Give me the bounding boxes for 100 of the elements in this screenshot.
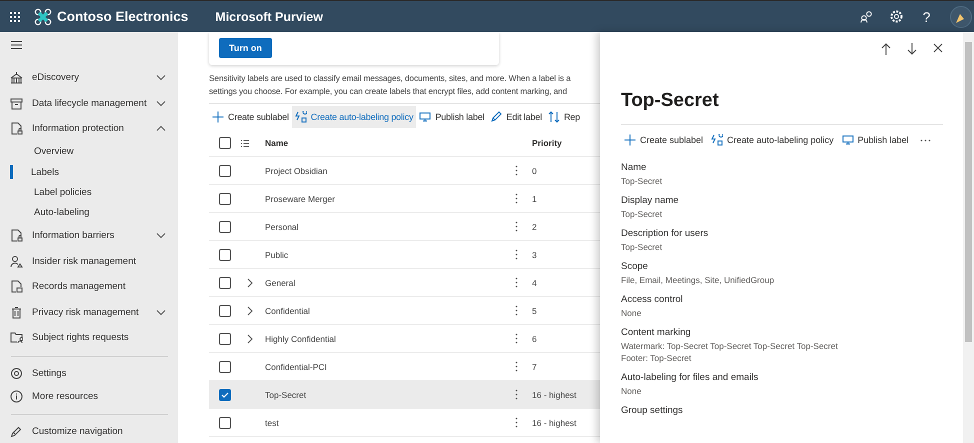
nav-item[interactable]: Subject rights requests — [10, 325, 168, 350]
list-icon[interactable] — [241, 140, 249, 146]
nav-item[interactable]: Privacy risk management — [10, 300, 168, 325]
table-cell-text: 3 — [532, 250, 538, 260]
archive-box-icon — [10, 96, 23, 110]
app-title: Microsoft Purview — [215, 10, 323, 24]
more-vertical-icon[interactable] — [515, 361, 518, 372]
toolbar-button[interactable]: Create sublabel — [209, 106, 292, 128]
pencil-icon — [10, 424, 23, 438]
toolbar-button[interactable]: Rep — [544, 106, 583, 128]
toolbar-button[interactable]: Edit label — [487, 106, 545, 128]
checkbox[interactable] — [219, 332, 231, 344]
menu-icon[interactable] — [11, 41, 22, 49]
nav-subitem[interactable]: Auto-labeling — [10, 202, 168, 223]
nav-item[interactable]: eDiscovery — [10, 65, 168, 90]
table-cell-text: Top-Secret — [265, 390, 308, 400]
toolbar-button[interactable]: Publish label — [416, 106, 488, 128]
checkbox[interactable] — [219, 248, 231, 260]
table-cell-text: Project Obsidian — [265, 166, 328, 176]
nav-subitem[interactable]: Label policies — [10, 182, 168, 202]
more-vertical-icon[interactable] — [515, 277, 518, 288]
checkbox[interactable] — [219, 360, 231, 372]
nav-item[interactable]: More resources — [10, 384, 168, 409]
check-icon — [221, 392, 229, 398]
more-vertical-icon[interactable] — [515, 249, 518, 260]
organization-name: Contoso Electronics — [57, 9, 188, 24]
action-button[interactable]: Publish label — [838, 129, 914, 151]
field-label: Display name — [621, 194, 680, 208]
table-cell-text: 16 - highest — [532, 418, 578, 428]
table-cell-text: Highly Confidential — [265, 334, 337, 344]
action-button[interactable]: Create sublabel — [621, 129, 708, 151]
table-cell-text: 4 — [532, 278, 538, 288]
more-icon[interactable] — [920, 138, 931, 142]
column-header[interactable]: Name — [265, 138, 515, 148]
avatar-icon[interactable] — [950, 6, 972, 28]
checkbox[interactable] — [219, 192, 231, 204]
chevron-right-icon[interactable] — [246, 278, 254, 288]
column-header[interactable]: Priority — [532, 138, 600, 148]
app-launcher-icon[interactable] — [10, 12, 20, 22]
action-button[interactable]: Create auto-labeling policy — [708, 129, 839, 151]
folder-person-icon — [10, 331, 23, 344]
table-cell-text: 6 — [532, 334, 538, 344]
nav-subitem[interactable]: Labels — [10, 165, 168, 179]
more-vertical-icon[interactable] — [515, 221, 518, 232]
nav-item[interactable]: Data lifecycle management — [10, 90, 168, 116]
nav-item[interactable]: Information barriers — [10, 223, 168, 248]
logo-icon — [34, 8, 52, 26]
document-icon — [10, 280, 23, 294]
auto-label-icon — [294, 111, 307, 123]
table-cell-text: General — [265, 278, 296, 288]
nav-subitem[interactable]: Overview — [10, 142, 168, 162]
more-vertical-icon[interactable] — [515, 417, 518, 428]
checkbox[interactable] — [219, 137, 231, 149]
table-cell-text: Proseware Merger — [265, 194, 336, 204]
document-lock-icon — [10, 229, 23, 242]
arrow-up-icon[interactable] — [881, 43, 891, 55]
checkbox[interactable] — [219, 304, 231, 316]
field-value: Top-Secret — [621, 208, 664, 220]
table-cell-text: 0 — [532, 166, 538, 176]
more-vertical-icon[interactable] — [515, 305, 518, 316]
turn-on-button[interactable]: Turn on — [219, 38, 272, 58]
panel-title: Top-Secret — [621, 90, 943, 125]
field-value: None — [621, 385, 642, 397]
nav-item[interactable]: Records management — [10, 274, 168, 300]
field-label: Description for users — [621, 227, 710, 241]
more-vertical-icon[interactable] — [515, 165, 518, 176]
field-value: Top-Secret — [621, 175, 664, 187]
monitor-icon — [419, 111, 432, 123]
more-vertical-icon[interactable] — [515, 193, 518, 204]
nav-item[interactable]: Settings — [10, 361, 168, 385]
scrollbar-thumb[interactable] — [965, 42, 972, 342]
checkbox[interactable] — [219, 220, 231, 232]
document-lock-icon — [10, 122, 23, 136]
toolbar-button[interactable]: Create auto-labeling policy — [292, 106, 416, 128]
table-cell-text: test — [265, 418, 280, 428]
close-icon[interactable] — [933, 43, 943, 53]
chevron-right-icon[interactable] — [246, 334, 254, 344]
chevron-right-icon[interactable] — [246, 306, 254, 316]
add-icon — [212, 111, 224, 123]
field-value: Footer: Top-Secret — [621, 352, 692, 364]
checkbox[interactable] — [219, 276, 231, 288]
auto-label-icon — [711, 134, 724, 146]
nav-item[interactable]: Information protection — [10, 116, 168, 142]
scrollbar[interactable] — [963, 32, 974, 443]
nav-item[interactable]: Insider risk management — [10, 248, 168, 274]
table-cell-text: Personal — [265, 222, 300, 232]
checkbox[interactable] — [219, 388, 231, 400]
field-label: Scope — [621, 260, 649, 274]
more-vertical-icon[interactable] — [515, 333, 518, 344]
checkbox[interactable] — [219, 416, 231, 428]
customize-navigation-link[interactable]: Customize navigation — [10, 419, 168, 443]
settings-icon[interactable] — [890, 10, 903, 23]
people-icon[interactable] — [860, 10, 873, 23]
description-text: Sensitivity labels are used to classify email messages, documents, sites, and more. When a label is a — [209, 72, 571, 85]
table-cell-text: 7 — [532, 362, 538, 372]
monitor-icon — [842, 134, 854, 146]
checkbox[interactable] — [219, 164, 231, 176]
help-button[interactable]: ? — [920, 8, 933, 24]
arrow-down-icon[interactable] — [907, 43, 917, 55]
more-vertical-icon[interactable] — [515, 389, 518, 400]
